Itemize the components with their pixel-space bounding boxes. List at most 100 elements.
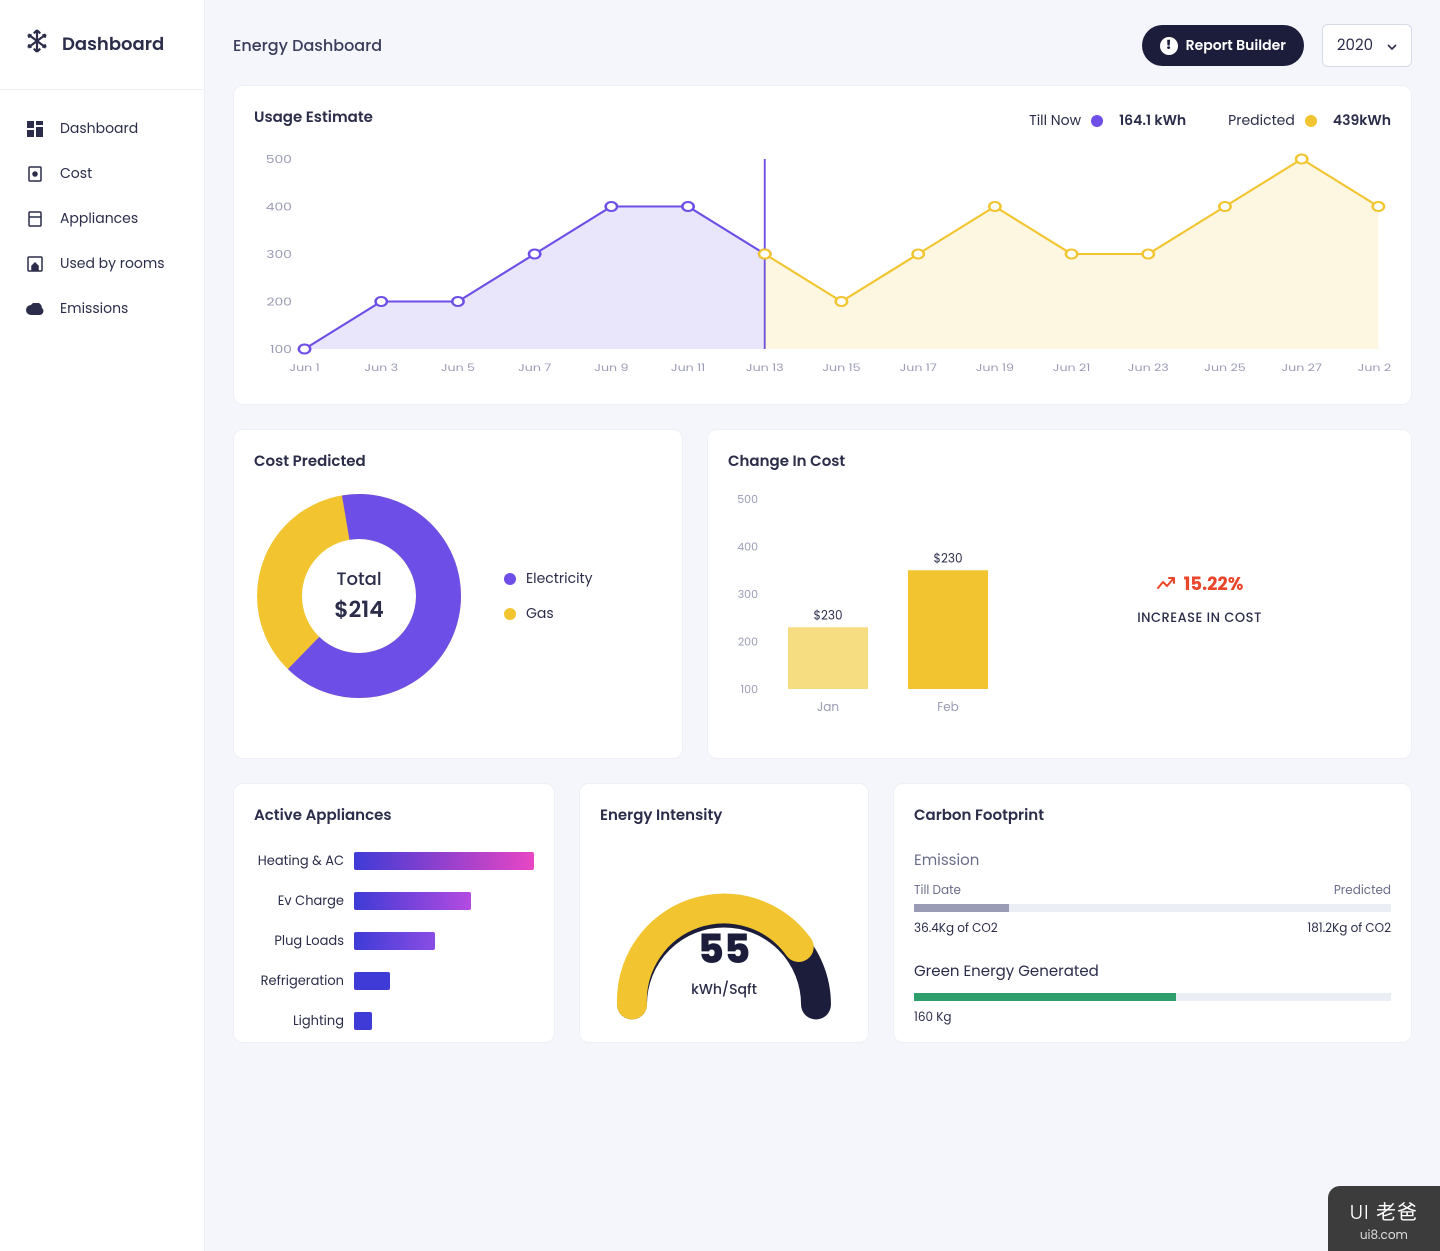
- brand-title: Dashboard: [62, 31, 164, 58]
- dot-icon: [1305, 115, 1317, 127]
- gauge-chart: 55 kWh/Sqft: [600, 833, 848, 1022]
- green-energy-section: Green Energy Generated 160 Kg: [914, 960, 1391, 1027]
- intensity-unit: kWh/Sqft: [691, 979, 757, 1000]
- sidebar-item-dashboard[interactable]: Dashboard: [10, 108, 194, 149]
- legend-predicted: Predicted 439kWh: [1228, 110, 1391, 131]
- intensity-value: 55: [691, 919, 757, 979]
- appliances-title: Active Appliances: [254, 804, 534, 827]
- svg-text:Jun 3: Jun 3: [364, 360, 398, 374]
- appliance-row: Ev Charge: [254, 891, 534, 911]
- svg-text:100: 100: [270, 342, 292, 357]
- energy-intensity-card: Energy Intensity 55 kWh/Sqft: [579, 783, 869, 1043]
- topbar: Energy Dashboard ! Report Builder 2020: [233, 24, 1412, 67]
- main: Energy Dashboard ! Report Builder 2020 U…: [205, 0, 1440, 1251]
- active-appliances-card: Active Appliances Heating & AC Ev Charge P…: [233, 783, 555, 1043]
- report-builder-label: Report Builder: [1186, 35, 1286, 56]
- emission-section: Emission Till Date Predicted 36.4Kg of C…: [914, 849, 1391, 938]
- carbon-footprint-card: Carbon Footprint Emission Till Date Pred…: [893, 783, 1412, 1043]
- change-text: INCREASE IN COST: [1008, 608, 1391, 628]
- svg-text:400: 400: [266, 200, 292, 215]
- svg-text:300: 300: [738, 586, 758, 602]
- svg-text:Jun 11: Jun 11: [671, 360, 705, 374]
- appliance-row: Plug Loads: [254, 931, 534, 951]
- svg-text:Jun 29: Jun 29: [1358, 360, 1391, 374]
- svg-text:Jun 27: Jun 27: [1281, 360, 1321, 374]
- svg-text:100: 100: [741, 681, 758, 697]
- change-percentage: 15.22%: [1008, 571, 1391, 598]
- nav-label: Emissions: [60, 298, 128, 319]
- top-actions: ! Report Builder 2020: [1142, 24, 1412, 67]
- svg-text:$230: $230: [934, 550, 963, 567]
- appliance-row: Heating & AC: [254, 851, 534, 871]
- svg-text:500: 500: [737, 491, 758, 507]
- change-bar-chart: 100 200 300 400 500 $230 Jan $230 Feb: [728, 479, 1008, 719]
- dot-icon: [504, 573, 516, 585]
- svg-text:200: 200: [738, 634, 758, 650]
- svg-text:$230: $230: [814, 607, 843, 624]
- legend-item: Electricity: [504, 568, 593, 589]
- nav-label: Used by rooms: [60, 253, 165, 274]
- nav-label: Dashboard: [60, 118, 138, 139]
- year-value: 2020: [1337, 34, 1373, 57]
- svg-text:Jun 17: Jun 17: [900, 360, 937, 374]
- appliances-icon: [26, 211, 44, 227]
- emission-progress: [914, 904, 1391, 912]
- cost-total-label: Total: [336, 566, 381, 593]
- nav-list: Dashboard Cost Appliances Used by rooms Emis…: [0, 90, 204, 347]
- usage-estimate-card: Usage Estimate Till Now 164.1 kWh Predic…: [233, 85, 1412, 405]
- svg-text:Jan: Jan: [817, 699, 839, 716]
- intensity-title: Energy Intensity: [600, 804, 848, 827]
- sidebar-item-appliances[interactable]: Appliances: [10, 198, 194, 239]
- svg-text:400: 400: [737, 539, 758, 555]
- sidebar-item-cost[interactable]: Cost: [10, 153, 194, 194]
- svg-text:300: 300: [266, 247, 292, 262]
- svg-text:Jun 19: Jun 19: [976, 360, 1014, 374]
- nav-label: Cost: [60, 163, 92, 184]
- dashboard-icon: [26, 121, 44, 137]
- rooms-icon: [26, 256, 44, 272]
- carbon-title: Carbon Footprint: [914, 804, 1391, 827]
- appliance-row: Refrigeration: [254, 971, 534, 991]
- sidebar: Dashboard Dashboard Cost Appliances Used by…: [0, 0, 205, 1251]
- legend-item: Gas: [504, 603, 593, 624]
- change-in-cost-card: Change In Cost 100200300400500$230Jan$23…: [707, 429, 1412, 759]
- svg-text:Jun 9: Jun 9: [594, 360, 628, 374]
- svg-text:Jun 25: Jun 25: [1204, 360, 1245, 374]
- svg-text:Jun 23: Jun 23: [1128, 360, 1169, 374]
- cost-legend: Electricity Gas: [504, 568, 593, 624]
- appliances-chart: Heating & AC Ev Charge Plug Loads Refrigera…: [254, 851, 534, 1031]
- appliance-row: Lighting: [254, 1011, 534, 1031]
- usage-title: Usage Estimate: [254, 106, 373, 129]
- svg-text:Jun 13: Jun 13: [746, 360, 784, 374]
- dot-icon: [504, 608, 516, 620]
- cost-donut-chart: Total $214: [254, 491, 464, 701]
- svg-text:Jun 5: Jun 5: [441, 360, 475, 374]
- usage-legend: Till Now 164.1 kWh Predicted 439kWh: [1029, 110, 1391, 131]
- cost-title: Cost Predicted: [254, 450, 662, 473]
- sidebar-item-rooms[interactable]: Used by rooms: [10, 243, 194, 284]
- year-select[interactable]: 2020: [1322, 24, 1412, 67]
- legend-till-now: Till Now 164.1 kWh: [1029, 110, 1186, 131]
- cost-total-value: $214: [334, 593, 384, 626]
- trend-up-icon: [1156, 571, 1176, 598]
- sidebar-item-emissions[interactable]: Emissions: [10, 288, 194, 329]
- cost-icon: [26, 166, 44, 182]
- green-progress: [914, 993, 1391, 1001]
- svg-text:200: 200: [266, 295, 292, 310]
- cost-predicted-card: Cost Predicted Total $214 Electricity Gas: [233, 429, 683, 759]
- nav-label: Appliances: [60, 208, 138, 229]
- usage-chart: 100 200 300 400 500 Jun 1 Jun 3 Jun 5 Jun 7 Jun 9…: [254, 149, 1391, 379]
- alert-icon: !: [1160, 37, 1178, 55]
- svg-text:500: 500: [266, 152, 292, 167]
- svg-text:Jun 1: Jun 1: [289, 360, 319, 374]
- svg-text:Feb: Feb: [937, 699, 959, 716]
- dot-icon: [1091, 115, 1103, 127]
- page-title: Energy Dashboard: [233, 33, 382, 58]
- svg-text:Jun 15: Jun 15: [822, 360, 860, 374]
- emissions-icon: [26, 303, 44, 315]
- svg-text:Jun 7: Jun 7: [518, 360, 551, 374]
- logo-snowflake-icon: [24, 28, 50, 61]
- svg-text:Jun 21: Jun 21: [1053, 360, 1090, 374]
- report-builder-button[interactable]: ! Report Builder: [1142, 25, 1304, 66]
- chevron-down-icon: [1387, 34, 1397, 57]
